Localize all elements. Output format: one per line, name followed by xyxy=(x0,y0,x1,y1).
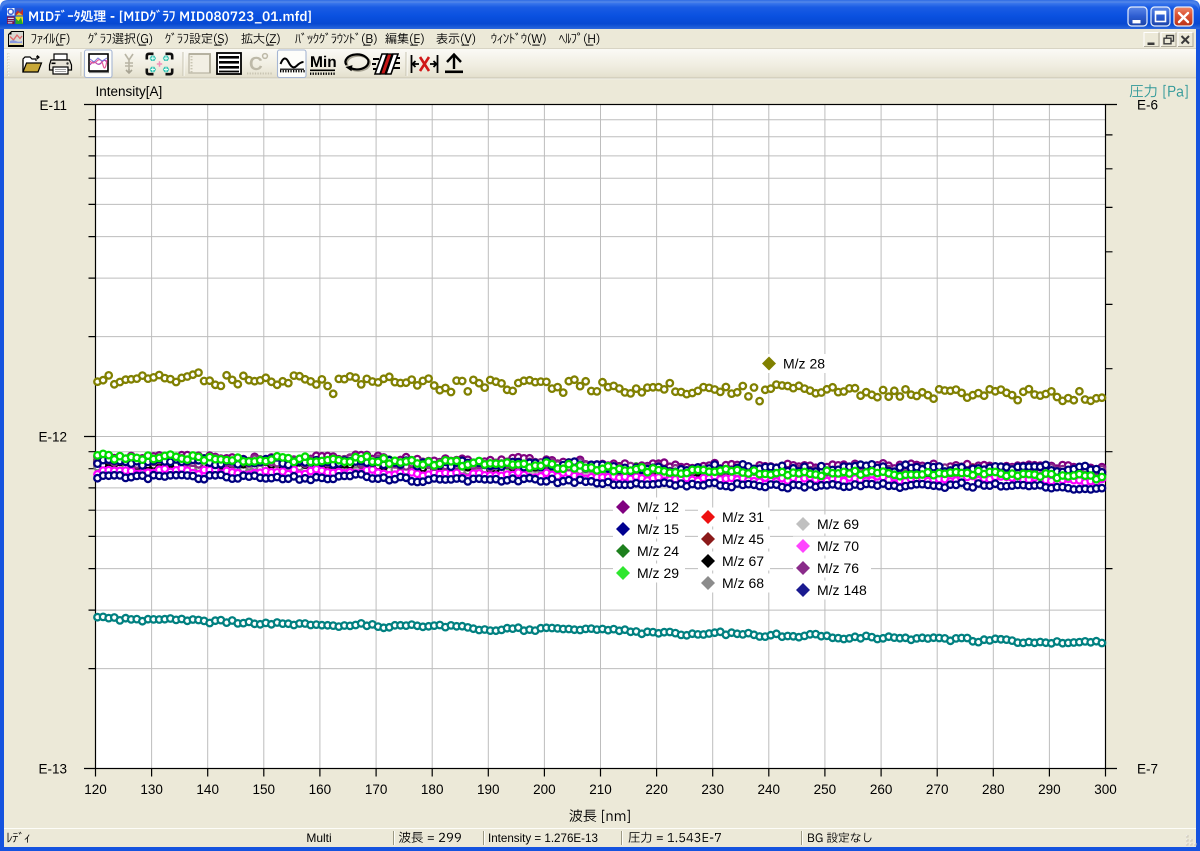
svg-text:120: 120 xyxy=(84,782,107,797)
svg-text:290: 290 xyxy=(1038,782,1061,797)
svg-text:200: 200 xyxy=(533,782,556,797)
svg-text:260: 260 xyxy=(870,782,893,797)
svg-text:150: 150 xyxy=(253,782,276,797)
svg-text:M/z 69: M/z 69 xyxy=(817,516,859,532)
svg-text:230: 230 xyxy=(701,782,724,797)
svg-text:Multi: Multi xyxy=(306,831,331,845)
svg-text:180: 180 xyxy=(421,782,444,797)
svg-text:E-7: E-7 xyxy=(1137,762,1158,777)
svg-text:190: 190 xyxy=(477,782,500,797)
svg-text:170: 170 xyxy=(365,782,388,797)
svg-text:140: 140 xyxy=(196,782,219,797)
svg-text:M/z 28: M/z 28 xyxy=(783,356,825,372)
svg-text:M/z 70: M/z 70 xyxy=(817,538,859,554)
svg-text:M/z 12: M/z 12 xyxy=(637,499,679,515)
svg-text:M/z 67: M/z 67 xyxy=(722,553,764,569)
svg-text:E-12: E-12 xyxy=(38,430,67,445)
svg-text:E-13: E-13 xyxy=(38,762,67,777)
svg-text:250: 250 xyxy=(814,782,837,797)
svg-text:Intensity[A]: Intensity[A] xyxy=(96,84,163,99)
svg-text:240: 240 xyxy=(758,782,781,797)
svg-text:300: 300 xyxy=(1094,782,1117,797)
svg-text:M/z 15: M/z 15 xyxy=(637,521,679,537)
svg-text:M/z 45: M/z 45 xyxy=(722,531,764,547)
svg-text:M/z 29: M/z 29 xyxy=(637,565,679,581)
svg-text:270: 270 xyxy=(926,782,949,797)
svg-text:Intensity = 1.276E-13: Intensity = 1.276E-13 xyxy=(488,832,598,845)
svg-text:M/z 31: M/z 31 xyxy=(722,509,764,525)
svg-text:M/z 76: M/z 76 xyxy=(817,560,859,576)
svg-text:220: 220 xyxy=(645,782,668,797)
svg-text:160: 160 xyxy=(309,782,332,797)
svg-text:E-6: E-6 xyxy=(1137,98,1158,113)
svg-text:M/z 68: M/z 68 xyxy=(722,575,764,591)
svg-text:130: 130 xyxy=(140,782,163,797)
svg-text:M/z 24: M/z 24 xyxy=(637,543,679,559)
svg-text:E-11: E-11 xyxy=(39,98,67,113)
svg-text:M/z 148: M/z 148 xyxy=(817,582,867,598)
svg-text:210: 210 xyxy=(589,782,612,797)
svg-text:280: 280 xyxy=(982,782,1005,797)
